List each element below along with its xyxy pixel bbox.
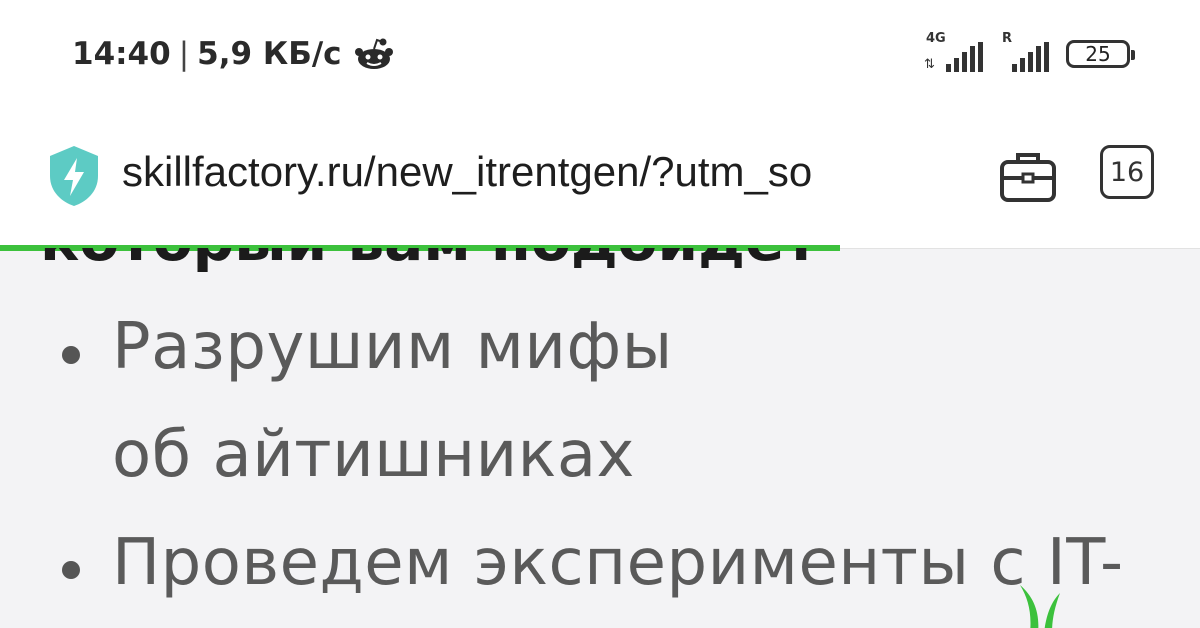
status-bar: 14:40 | 5,9 КБ/с 4G ⇅ R 25	[0, 0, 1200, 112]
shield-bolt-icon[interactable]	[46, 144, 102, 208]
signal-icon: 4G ⇅	[924, 31, 986, 74]
battery-icon: 25	[1066, 40, 1135, 68]
battery-level: 25	[1085, 42, 1111, 66]
url-field[interactable]: skillfactory.ru/new_itrentgen/?utm_so	[122, 148, 962, 196]
status-right: 4G ⇅ R 25	[924, 31, 1135, 74]
briefcase-icon[interactable]	[996, 146, 1060, 210]
grass-decoration-icon	[1020, 585, 1060, 628]
status-left: 14:40 | 5,9 КБ/с	[72, 36, 394, 72]
page-content: который вам подойдёт Разрушим мифы об ай…	[0, 248, 1200, 628]
reddit-icon	[354, 38, 393, 69]
data-arrows-icon: ⇅	[924, 57, 935, 72]
network-speed: 5,9 КБ/с	[197, 36, 342, 72]
roaming-signal-icon: R	[1000, 31, 1052, 74]
network-type-label: 4G	[926, 31, 946, 46]
clock: 14:40	[72, 36, 171, 72]
bullet-icon	[62, 346, 80, 364]
list-item-line: об айтишниках	[112, 418, 635, 492]
address-bar: skillfactory.ru/new_itrentgen/?utm_so 16	[0, 112, 1200, 249]
tab-count: 16	[1109, 156, 1145, 188]
roaming-bars-icon	[1012, 42, 1049, 72]
bullet-icon	[62, 561, 80, 579]
roaming-label: R	[1002, 31, 1013, 46]
list-item-line: Проведем эксперименты с IT-	[112, 526, 1124, 600]
list-item-line: Разрушим мифы	[112, 310, 673, 384]
signal-bars-icon	[946, 42, 983, 72]
tab-switcher-button[interactable]: 16	[1100, 145, 1154, 199]
cut-off-heading: который вам подойдёт	[40, 248, 818, 274]
status-separator: |	[178, 36, 190, 72]
